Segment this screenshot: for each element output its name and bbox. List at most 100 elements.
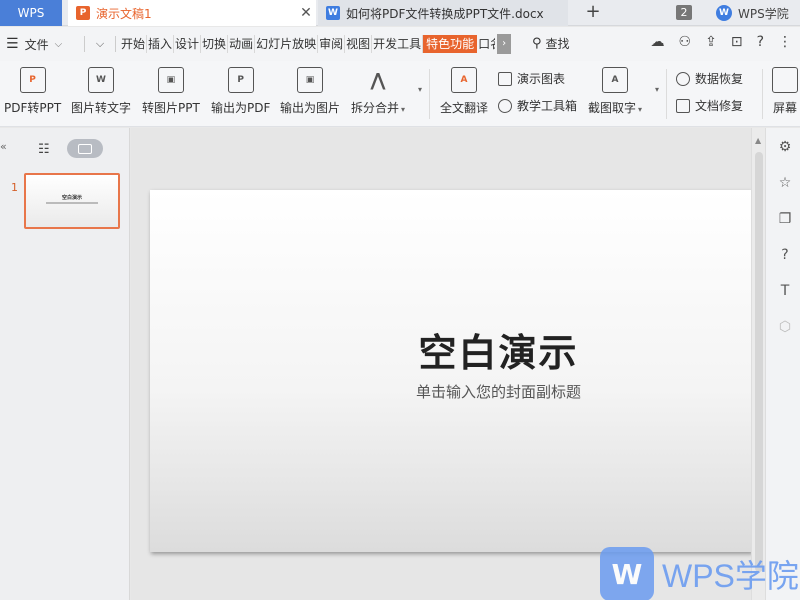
full-text-translate-label: 全文翻译 [440,101,489,115]
chevron-down-icon[interactable]: ▾ [418,85,422,94]
screenshot-ocr-icon: A [602,67,629,93]
data-recovery-label: 数据恢复 [695,72,744,86]
scrollbar-thumb[interactable] [755,152,763,572]
menu-tab-design[interactable]: 设计 [174,35,202,53]
thumbnail-view-toggle[interactable] [67,139,103,158]
search-icon: ⚲ [532,36,542,51]
menu-tab-animation[interactable]: 动画 [228,35,256,53]
more-options-icon[interactable]: ⋮ [778,34,792,50]
teaching-toolbox-button[interactable]: 教学工具箱 [498,97,577,114]
new-tab-button[interactable]: + [582,2,604,24]
star-icon[interactable]: ☆ [776,174,794,192]
wps-academy-label: WPS学院 [738,6,789,21]
split-merge-label: 拆分合并 ▾ [351,99,405,116]
ribbon-divider [666,69,667,119]
document-repair-icon [676,98,690,113]
vertical-scrollbar[interactable]: ▲ [751,128,765,600]
export-pdf-button[interactable]: P 输出为PDF [211,67,270,116]
help-icon[interactable]: ? [757,34,764,50]
chevron-down-icon: ▾ [401,105,406,114]
split-merge-button[interactable]: ⋀ 拆分合并 ▾ [351,67,405,116]
share-icon[interactable]: ⇪ [705,34,717,50]
close-icon[interactable]: ✕ [296,5,316,21]
slide-editing-canvas: 空白演示 单击输入您的封面副标题 [131,128,752,600]
scroll-up-icon[interactable]: ▲ [755,136,761,145]
thumbnail-title: 空白演示 [61,195,82,201]
presentation-chart-button[interactable]: 演示图表 [498,70,565,87]
cloud-sync-icon[interactable]: ☁ [651,34,665,50]
data-recovery-icon [676,71,690,86]
screenshot-ocr-label: 截图取字 ▾ [588,99,642,116]
data-recovery-button[interactable]: 数据恢复 [676,70,743,87]
screen-button[interactable]: 屏幕 [772,67,798,116]
teaching-icon [498,98,512,113]
wps-academy-icon: W [716,5,732,21]
image-ppt-button[interactable]: ▣ 转图片PPT [142,67,200,116]
split-merge-text: 拆分合并 [351,101,400,115]
full-text-translate-button[interactable]: A 全文翻译 [440,67,488,116]
pdf-to-ppt-button[interactable]: P PDF转PPT [4,67,61,116]
tab-title: 演示文稿1 [96,6,152,21]
menu-tab-insert[interactable]: 插入 [147,35,175,53]
menu-tab-home[interactable]: 开始 [120,35,148,53]
thumbnail-view-icon [78,143,92,154]
slide-title[interactable]: 空白演示 [150,322,752,377]
document-icon: W [326,6,340,20]
collaborate-icon[interactable]: ⚇ [679,34,692,50]
translate-icon: A [451,67,477,93]
menu-bar: ☰ 文件 ⌵ ⌵ 开始 插入 设计 切换 动画 幻灯片放映 审阅 视图 开发工具… [0,27,800,61]
thumbnail-subtitle-line [46,202,98,204]
menu-tab-view[interactable]: 视图 [345,35,373,53]
slide-thumbnail[interactable]: 空白演示 [24,173,120,229]
image-ppt-label: 转图片PPT [142,101,200,115]
menu-tab-transitions[interactable]: 切换 [201,35,229,53]
menu-scroll-right-icon[interactable]: › [497,34,512,54]
wps-academy-link[interactable]: W WPS学院 [716,0,789,26]
document-repair-label: 文档修复 [695,99,744,113]
window-count-badge[interactable]: 2 [676,5,692,20]
slide-subtitle-placeholder[interactable]: 单击输入您的封面副标题 [150,381,752,402]
slide-thumbnail-pane: « ☷ 1 空白演示 [0,128,130,600]
menu-tab-special-features[interactable]: 特色功能 [423,35,478,53]
file-menu[interactable]: ☰ 文件 ⌵ [0,36,80,53]
outline-view-icon[interactable]: ☷ [38,142,50,157]
help-circle-icon[interactable]: ? [776,246,794,264]
slide-number: 1 [11,181,18,194]
image-to-text-button[interactable]: W 图片转文字 [71,67,131,116]
menu-tab-developer[interactable]: 开发工具 [372,35,424,53]
text-icon[interactable]: T [776,282,794,300]
menu-divider [84,36,85,52]
menu-tab-review[interactable]: 审阅 [318,35,346,53]
tab-presentation[interactable]: P 演示文稿1 ✕ [68,0,316,26]
presentation-chart-label: 演示图表 [517,72,566,86]
settings-sliders-icon[interactable]: ⚙ [776,138,794,156]
presentation-icon: P [76,6,90,20]
cube-icon[interactable]: ⬡ [776,318,794,336]
chevron-down-icon: ⌵ [54,38,63,50]
split-merge-icon: ⋀ [370,69,386,91]
quick-access-dropdown-icon[interactable]: ⌵ [89,37,111,51]
export-image-button[interactable]: ▣ 输出为图片 [280,67,340,116]
wps-home-tab[interactable]: WPS [0,0,62,26]
menu-tab-overflow[interactable]: 口名 [477,35,495,53]
pdf-to-ppt-label: PDF转PPT [4,101,62,115]
screenshot-ocr-button[interactable]: A 截图取字 ▾ [588,67,642,116]
title-bar: WPS P 演示文稿1 ✕ W 如何将PDF文件转换成PPT文件.docx + … [0,0,800,26]
chevron-down-icon[interactable]: ▾ [655,85,659,94]
toolbox-icon[interactable]: ⊡ [731,34,743,50]
current-slide[interactable]: 空白演示 单击输入您的封面副标题 [150,190,752,552]
menu-tabs: 开始 插入 设计 切换 动画 幻灯片放映 审阅 视图 开发工具 特色功能 口名 … [120,27,512,61]
copy-icon[interactable]: ❐ [776,210,794,228]
collapse-pane-icon[interactable]: « [0,140,7,153]
screenshot-ocr-text: 截图取字 [588,101,637,115]
document-repair-button[interactable]: 文档修复 [676,97,743,114]
search-button[interactable]: ⚲ 查找 [532,35,570,52]
export-image-icon: ▣ [297,67,323,93]
ribbon-divider [762,69,763,119]
wps-academy-watermark: W WPS学院 [600,547,799,600]
menu-tab-slideshow[interactable]: 幻灯片放映 [255,35,319,53]
tab-document[interactable]: W 如何将PDF文件转换成PPT文件.docx [318,0,568,26]
export-image-label: 输出为图片 [280,101,341,115]
image-to-text-label: 图片转文字 [71,101,132,115]
screen-label: 屏幕 [772,101,797,115]
